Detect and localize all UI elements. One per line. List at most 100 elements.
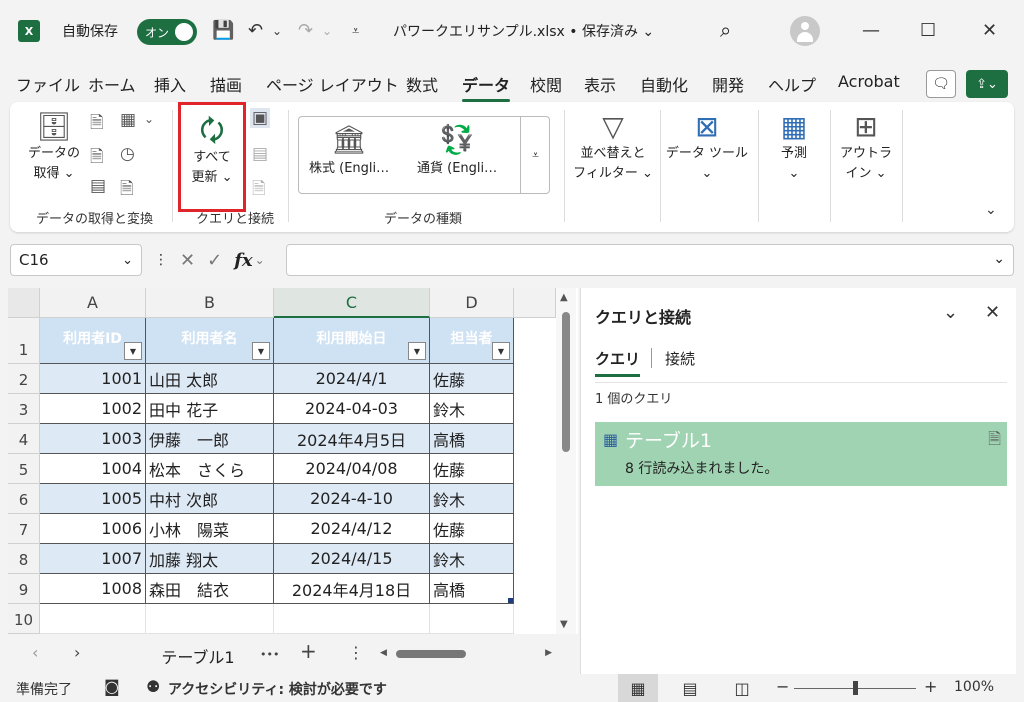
formula-input[interactable]: ⌄ [286,244,1014,276]
column-header-d[interactable]: D [430,288,514,318]
cell-a5[interactable]: 1004 [40,454,146,484]
document-title[interactable]: パワークエリサンプル.xlsx • 保存済み ⌄ [393,21,654,41]
tab-view[interactable]: 表示 [584,72,616,96]
cell-b7[interactable]: 小林 陽菜 [146,514,274,544]
cell-d10[interactable] [430,604,514,634]
cell-b2[interactable]: 山田 太郎 [146,364,274,394]
edit-links-icon[interactable]: 🗎 [252,176,266,205]
tab-draw[interactable]: 描画 [210,72,242,96]
cell-a2[interactable]: 1001 [40,364,146,394]
maximize-button[interactable]: ☐ [920,20,936,41]
pane-options-icon[interactable]: ⌄ [943,302,958,323]
cell-d7[interactable]: 佐藤 [430,514,514,544]
zoom-in-icon[interactable]: + [924,677,937,696]
query-refresh-icon[interactable]: 🗎 [988,428,1001,455]
scroll-left-icon[interactable]: ◀ [380,648,387,658]
tab-review[interactable]: 校閲 [530,72,562,96]
accessibility-status[interactable]: アクセシビリティ: 検討が必要です [168,679,387,699]
filter-dropdown-icon[interactable]: ▼ [492,342,510,360]
cell-d9[interactable]: 高橋 [430,574,514,604]
cell-c2[interactable]: 2024/4/1 [274,364,430,394]
page-layout-view-button[interactable]: ▤ [670,674,710,702]
row-header-1[interactable]: 1 [8,318,40,364]
cell-d3[interactable]: 鈴木 [430,394,514,424]
recent-sources-icon[interactable]: ◷ [120,144,135,164]
sheet-tab-table1[interactable]: テーブル1 [150,640,246,672]
minimize-button[interactable]: — [862,20,880,41]
cell-b8[interactable]: 加藤 翔太 [146,544,274,574]
cell-a9[interactable]: 1008 [40,574,146,604]
tab-automate[interactable]: 自動化 [640,72,688,96]
table-header-cell[interactable]: 利用開始日 [274,318,430,364]
avatar[interactable] [790,16,820,46]
cell-c7[interactable]: 2024/4/12 [274,514,430,544]
row-header-4[interactable]: 4 [8,424,40,454]
cell-a8[interactable]: 1007 [40,544,146,574]
enter-icon[interactable]: ✓ [207,250,222,271]
forecast-button[interactable]: ▦ 予測 ⌄ [766,110,822,184]
column-header-c[interactable]: C [274,288,430,318]
tab-data[interactable]: データ [462,72,511,102]
cell-a3[interactable]: 1002 [40,394,146,424]
cell-b9[interactable]: 森田 結衣 [146,574,274,604]
scroll-down-icon[interactable]: ▼ [560,619,568,630]
filter-dropdown-icon[interactable]: ▼ [124,342,142,360]
name-box[interactable]: C16 ⌄ [10,244,142,276]
cell-d6[interactable]: 鈴木 [430,484,514,514]
page-break-view-button[interactable]: ◫ [722,674,762,702]
tab-page-layout[interactable]: ページ レイアウト [266,72,399,96]
scroll-up-icon[interactable]: ▲ [560,292,568,303]
cell-a4[interactable]: 1003 [40,424,146,454]
cell-c9[interactable]: 2024年4月18日 [274,574,430,604]
normal-view-button[interactable]: ▦ [618,674,658,702]
tab-queries[interactable]: クエリ [595,348,641,377]
redo-dropdown-icon[interactable]: ⌄ [322,24,332,38]
cell-b10[interactable] [146,604,274,634]
cell-c5[interactable]: 2024/04/08 [274,454,430,484]
cell-c3[interactable]: 2024-04-03 [274,394,430,424]
autosave-toggle[interactable]: オン [137,19,197,45]
tab-connections[interactable]: 接続 [665,348,695,369]
name-box-dropdown-icon[interactable]: ⌄ [122,253,133,268]
undo-dropdown-icon[interactable]: ⌄ [272,24,282,38]
cell-b5[interactable]: 松本 さくら [146,454,274,484]
row-header-2[interactable]: 2 [8,364,40,394]
cell-b4[interactable]: 伊藤 一郎 [146,424,274,454]
filter-dropdown-icon[interactable]: ▼ [408,342,426,360]
vertical-scroll-thumb[interactable] [562,312,570,452]
cell-c6[interactable]: 2024-4-10 [274,484,430,514]
prev-sheet-icon[interactable]: ‹ [32,643,38,662]
row-header-7[interactable]: 7 [8,514,40,544]
zoom-slider-thumb[interactable] [853,681,858,695]
more-sheets-icon[interactable]: ••• [260,648,279,661]
cell-d5[interactable]: 佐藤 [430,454,514,484]
vertical-scrollbar[interactable]: ▲ ▼ [556,288,576,634]
existing-connections-icon[interactable]: 🗎 [120,176,134,205]
formula-expand-icon[interactable]: ⌄ [993,251,1005,267]
row-header-3[interactable]: 3 [8,394,40,424]
more-options-icon[interactable]: ⋮ [154,252,168,268]
cell-d2[interactable]: 佐藤 [430,364,514,394]
queries-connections-icon[interactable]: ▣ [250,108,271,128]
accessibility-icon[interactable]: ⚉ [146,677,160,696]
cell-a6[interactable]: 1005 [40,484,146,514]
from-text-icon[interactable]: 🗎 [90,110,104,139]
row-header-9[interactable]: 9 [8,574,40,604]
redo-icon[interactable]: ↷ [298,20,313,41]
from-range-icon[interactable]: ▤ [90,176,106,196]
cell-c10[interactable] [274,604,430,634]
row-header-5[interactable]: 5 [8,454,40,484]
get-data-button[interactable]: 🗄 データの 取得 ⌄ [26,110,82,184]
row-header-10[interactable]: 10 [8,604,40,634]
outline-button[interactable]: ⊞ アウトラ イン ⌄ [836,110,896,184]
search-icon[interactable]: ⌕ [720,18,731,42]
cell-c8[interactable]: 2024/4/15 [274,544,430,574]
tab-insert[interactable]: 挿入 [154,72,186,96]
table-resize-handle[interactable] [508,598,513,603]
cell-a7[interactable]: 1006 [40,514,146,544]
insert-function-icon[interactable]: fx [234,250,252,271]
stocks-button[interactable]: 🏛 株式 (Engli… [309,123,389,176]
cancel-icon[interactable]: ✕ [180,250,195,271]
cell-b6[interactable]: 中村 次郎 [146,484,274,514]
close-button[interactable]: ✕ [982,20,997,41]
